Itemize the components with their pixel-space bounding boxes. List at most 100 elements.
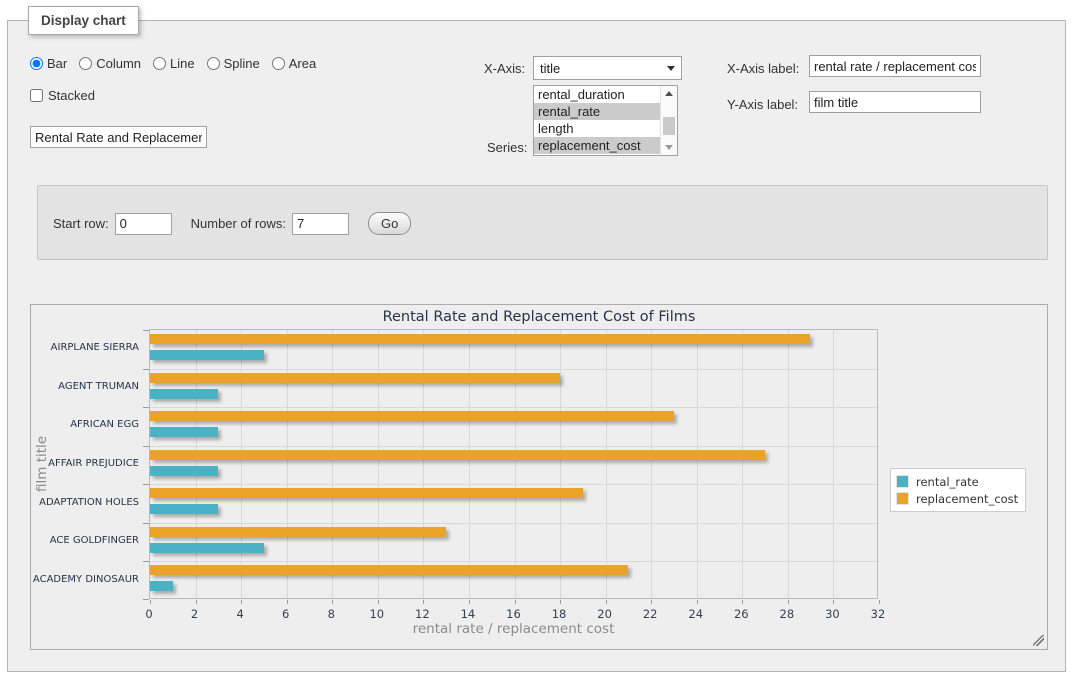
bar-replacement_cost — [150, 373, 560, 383]
series-scrollbar[interactable] — [660, 86, 677, 155]
bar-rental_rate — [150, 466, 218, 476]
x-tick-label: 16 — [497, 607, 531, 621]
chart-type-option-spline[interactable]: Spline — [207, 56, 260, 71]
num-rows-label: Number of rows: — [191, 216, 286, 231]
bar-replacement_cost — [150, 411, 674, 421]
x-tick-mark — [287, 600, 288, 604]
scroll-up-icon[interactable] — [661, 86, 677, 101]
x-axis-selected-value: title — [540, 61, 667, 76]
chart-legend: rental_rate replacement_cost — [890, 468, 1026, 512]
x-tick-mark — [332, 600, 333, 604]
gridline — [150, 561, 877, 562]
series-select-label: Series: — [487, 140, 527, 155]
x-tick-mark — [378, 600, 379, 604]
x-tick-label: 22 — [633, 607, 667, 621]
resize-handle-icon[interactable] — [1033, 635, 1044, 646]
x-tick-mark — [423, 600, 424, 604]
x-axis-label-input[interactable] — [809, 55, 981, 77]
legend-item-replacement_cost: replacement_cost — [896, 490, 1018, 507]
scroll-down-icon[interactable] — [661, 140, 677, 155]
gridline — [150, 446, 877, 447]
chart-type-label: Area — [289, 56, 316, 71]
series-options: rental_durationrental_ratelengthreplacem… — [534, 86, 660, 155]
gridline — [833, 330, 834, 598]
legend-label: replacement_cost — [916, 492, 1018, 506]
category-label: ADAPTATION HOLES — [39, 497, 139, 508]
series-listbox[interactable]: rental_durationrental_ratelengthreplacem… — [533, 85, 678, 156]
gridline — [150, 407, 877, 408]
go-button[interactable]: Go — [368, 212, 411, 235]
x-tick-label: 24 — [679, 607, 713, 621]
category-label: AIRPLANE SIERRA — [51, 342, 139, 353]
chart-type-option-bar[interactable]: Bar — [30, 56, 67, 71]
series-option-rental_rate[interactable]: rental_rate — [534, 103, 660, 120]
row-range-panel: Start row: Number of rows: Go — [37, 185, 1048, 260]
x-tick-mark — [833, 600, 834, 604]
category-label: ACADEMY DINOSAUR — [33, 574, 139, 585]
stacked-label: Stacked — [48, 88, 95, 103]
y-tick-mark — [143, 484, 149, 485]
x-tick-mark — [560, 600, 561, 604]
x-tick-label: 32 — [861, 607, 895, 621]
x-tick-label: 12 — [405, 607, 439, 621]
y-axis-label-caption: Y-Axis label: — [727, 97, 798, 112]
chart-type-radio-line[interactable] — [153, 57, 166, 70]
series-option-rental_duration[interactable]: rental_duration — [534, 86, 660, 103]
chart-type-option-line[interactable]: Line — [153, 56, 195, 71]
y-tick-mark — [143, 599, 149, 600]
chart-type-label: Bar — [47, 56, 67, 71]
chart-type-radio-area[interactable] — [272, 57, 285, 70]
bar-rental_rate — [150, 581, 173, 591]
x-axis-title: rental rate / replacement cost — [149, 621, 878, 637]
x-tick-label: 0 — [132, 607, 166, 621]
bar-replacement_cost — [150, 527, 446, 537]
num-rows-input[interactable] — [292, 213, 349, 235]
gridline — [196, 330, 197, 598]
chart-type-radio-column[interactable] — [79, 57, 92, 70]
gridline — [287, 330, 288, 598]
chart-type-label: Line — [170, 56, 195, 71]
bar-replacement_cost — [150, 488, 583, 498]
category-label: AGENT TRUMAN — [58, 381, 139, 392]
chart-title-input[interactable] — [30, 126, 207, 148]
fieldset-legend-text: Display chart — [41, 13, 126, 28]
bar-rental_rate — [150, 427, 218, 437]
start-row-input[interactable] — [115, 213, 172, 235]
y-tick-mark — [143, 407, 149, 408]
gridline — [788, 330, 789, 598]
stacked-checkbox[interactable] — [30, 89, 43, 102]
legend-label: rental_rate — [916, 475, 979, 489]
x-axis-select[interactable]: title — [533, 56, 682, 80]
x-tick-label: 4 — [223, 607, 257, 621]
x-tick-label: 20 — [588, 607, 622, 621]
chevron-down-icon — [667, 66, 675, 71]
x-tick-label: 8 — [314, 607, 348, 621]
gridline — [378, 330, 379, 598]
gridline — [515, 330, 516, 598]
chart-type-label: Column — [96, 56, 141, 71]
gridline — [332, 330, 333, 598]
x-tick-mark — [196, 600, 197, 604]
stacked-checkbox-row[interactable]: Stacked — [30, 88, 95, 103]
x-axis-label-caption: X-Axis label: — [727, 61, 799, 76]
gridline — [150, 369, 877, 370]
x-tick-label: 30 — [815, 607, 849, 621]
scrollbar-thumb[interactable] — [663, 117, 675, 135]
gridline — [742, 330, 743, 598]
x-tick-mark — [788, 600, 789, 604]
y-axis-label-input[interactable] — [809, 91, 981, 113]
gridline — [150, 484, 877, 485]
x-tick-label: 26 — [724, 607, 758, 621]
chart-type-radio-spline[interactable] — [207, 57, 220, 70]
series-option-replacement_cost[interactable]: replacement_cost — [534, 137, 660, 154]
gridline — [560, 330, 561, 598]
chart-type-radio-bar[interactable] — [30, 57, 43, 70]
chart-type-option-area[interactable]: Area — [272, 56, 316, 71]
series-option-length[interactable]: length — [534, 120, 660, 137]
y-tick-mark — [143, 446, 149, 447]
chart-title: Rental Rate and Replacement Cost of Film… — [31, 309, 1047, 325]
bar-replacement_cost — [150, 565, 628, 575]
x-tick-label: 10 — [360, 607, 394, 621]
chart-type-option-column[interactable]: Column — [79, 56, 141, 71]
gridline — [469, 330, 470, 598]
